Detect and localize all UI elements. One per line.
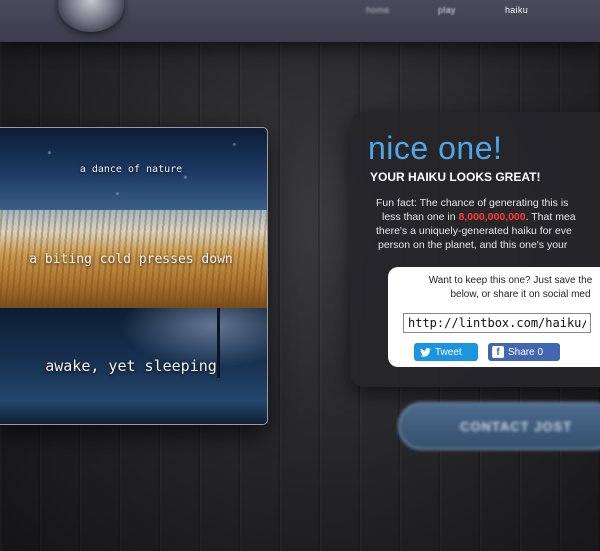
haiku-card: a dance of nature a biting cold presses … (0, 127, 268, 425)
fun-fact-line-3: there's a uniquely-generated haiku for e… (376, 225, 572, 237)
facebook-share-button[interactable]: f Share 0 (488, 343, 560, 361)
facebook-icon: f (492, 346, 504, 358)
haiku-panel-night-sky: a dance of nature (0, 128, 267, 210)
haiku-line-3: awake, yet sleeping (45, 357, 217, 375)
haiku-line-1: a dance of nature (79, 163, 183, 175)
twitter-bird-icon (420, 347, 431, 357)
tweet-button[interactable]: Tweet (414, 343, 478, 361)
share-prompt-line-1: Want to keep this one? Just save the (428, 275, 593, 286)
haiku-panel-night-lot: awake, yet sleeping (0, 308, 267, 424)
haiku-line-2: a biting cold presses down (29, 251, 233, 267)
fun-fact-line-2: less than one in 8,000,000,000. That mea (376, 210, 600, 224)
odds-value: 8,000,000,000 (458, 211, 526, 223)
share-box: Want to keep this one? Just save the bel… (388, 267, 600, 367)
fun-fact-line-4: person on the planet, and this one's you… (378, 239, 568, 251)
nav-link-play[interactable]: play (438, 5, 456, 15)
contact-button[interactable]: CONTACT JOST (398, 402, 600, 450)
street-lamp (217, 308, 220, 378)
facebook-share-label: Share 0 (508, 346, 544, 358)
top-navigation-bar: home play haiku (0, 0, 600, 42)
haiku-panel-wheat-field: a biting cold presses down (0, 210, 267, 308)
nav-link-home[interactable]: home (366, 5, 390, 15)
result-subtitle: YOUR HAIKU LOOKS GREAT! (370, 170, 541, 184)
tweet-label: Tweet (435, 346, 462, 358)
share-prompt-line-2: below, or share it on social med (450, 289, 591, 300)
result-title: nice one! (368, 130, 503, 166)
share-prompt: Want to keep this one? Just save the bel… (398, 274, 600, 302)
haiku-url-field[interactable] (403, 313, 591, 333)
fun-fact-line-2-start: less than one in (382, 211, 459, 223)
nav-link-haiku[interactable]: haiku (505, 5, 528, 15)
nav-links: home play haiku (0, 5, 600, 25)
fun-fact-line-2-end: . That mea (525, 211, 576, 223)
fun-fact-line-1: Fun fact: The chance of generating this … (376, 197, 569, 209)
fun-fact-text: Fun fact: The chance of generating this … (376, 196, 600, 252)
